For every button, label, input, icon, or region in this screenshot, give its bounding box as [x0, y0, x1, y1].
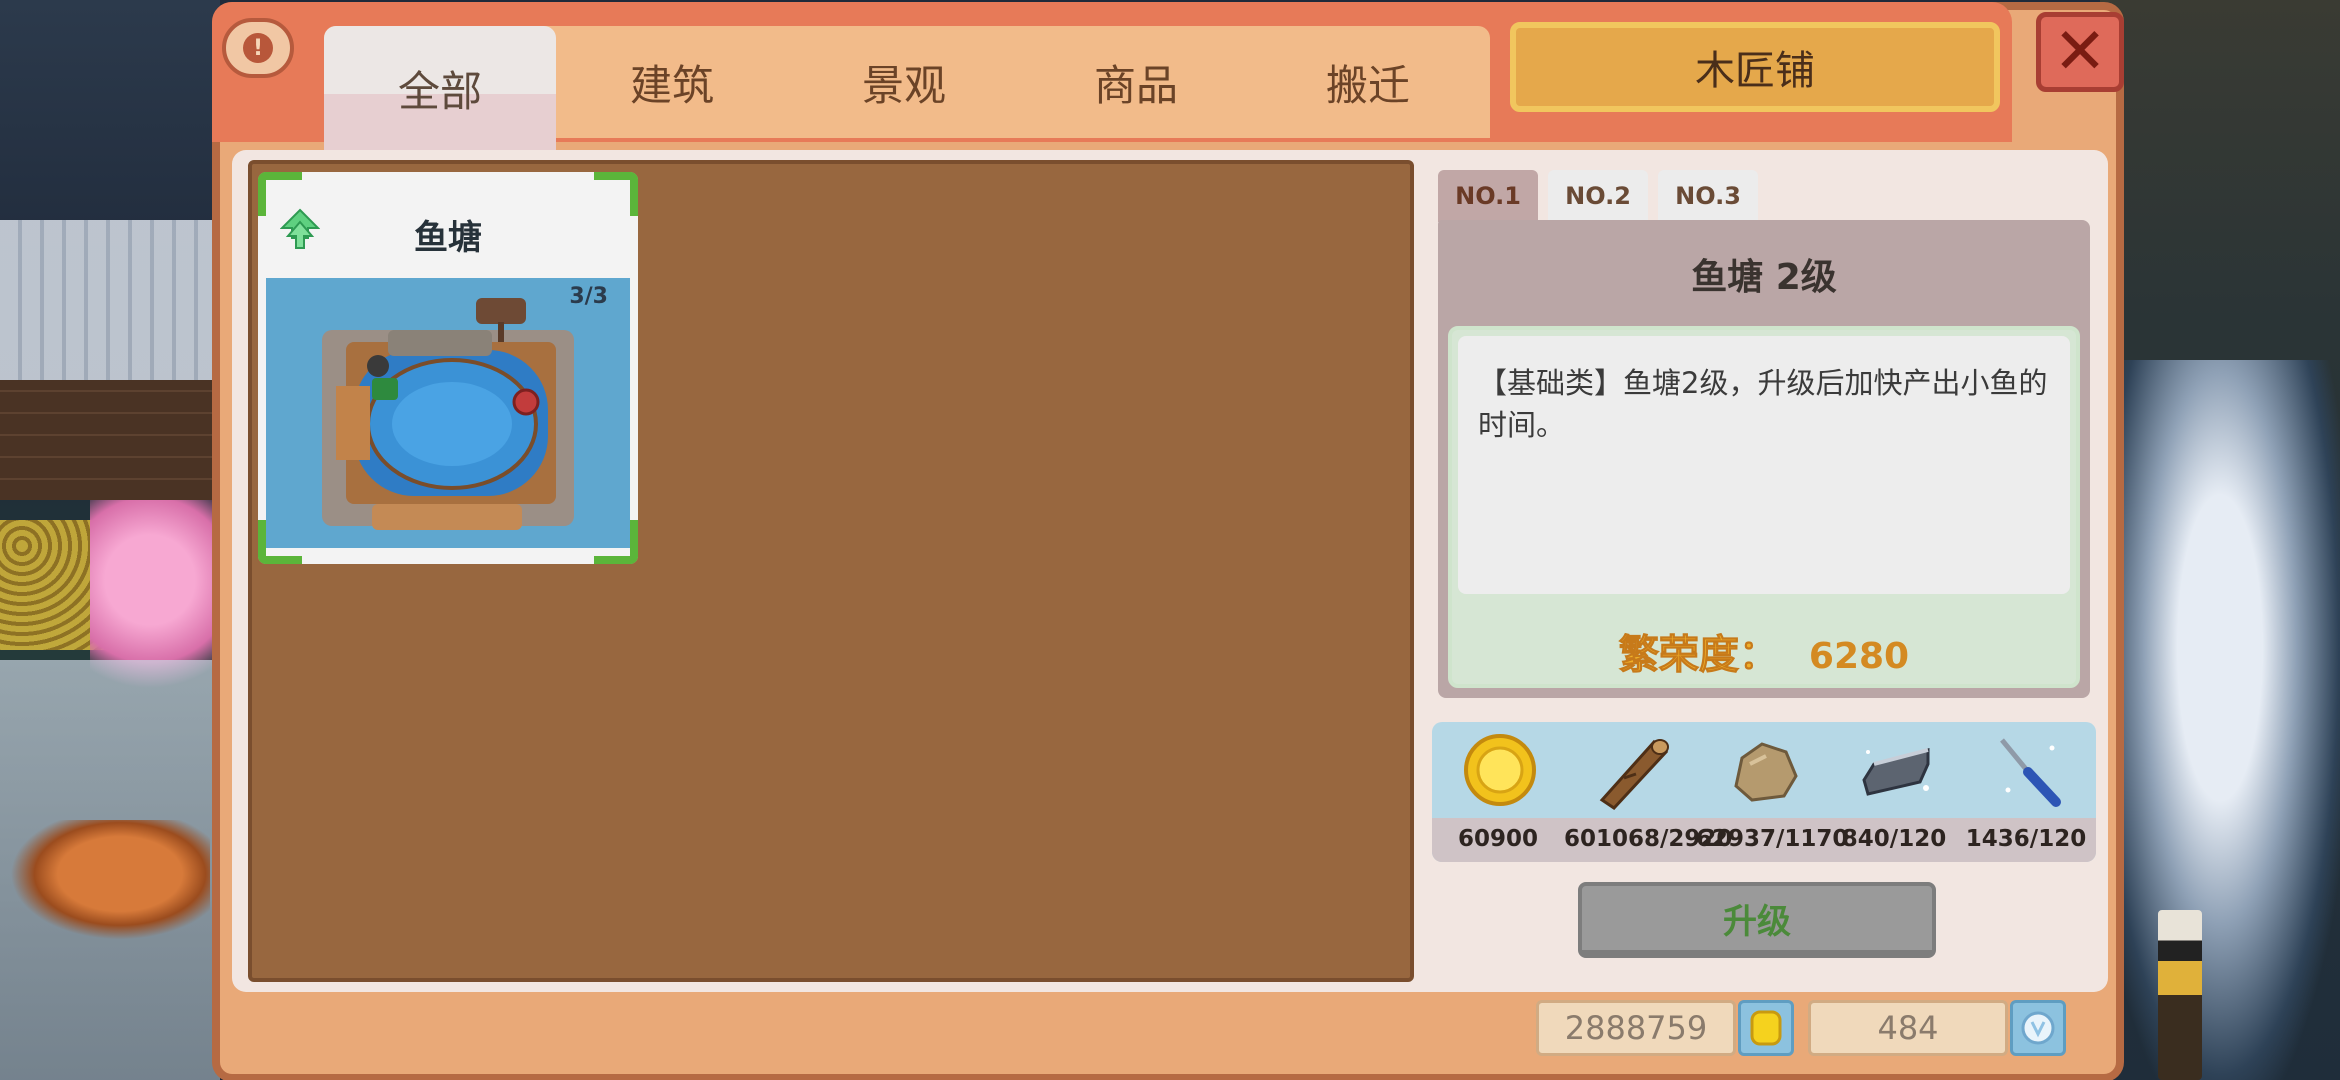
resource-gold: 60900: [1432, 722, 1564, 862]
resource-iron: 840/120: [1828, 722, 1960, 862]
tab-label: 景观: [861, 60, 946, 110]
resource-amount: 1436/120: [1965, 826, 2087, 852]
gem-balance: 484: [1808, 1000, 2008, 1056]
tab-label: 全部: [397, 66, 482, 116]
close-icon: ✕: [2053, 15, 2107, 89]
resource-amount: 60900: [1457, 826, 1539, 852]
resource-amount: 840/120: [1841, 826, 1947, 852]
gold-coin-icon: [1464, 734, 1536, 806]
slot-tab-1[interactable]: NO.1: [1438, 170, 1538, 222]
item-count: 3/3: [569, 284, 608, 309]
resource-amount: 62937/1170: [1696, 826, 1849, 852]
stone-icon: [1734, 742, 1798, 802]
detail-title: 鱼塘 2级: [1691, 257, 1837, 298]
description-box: 【基础类】鱼塘2级，升级后加快产出小鱼的时间。 繁荣度： 6280: [1448, 326, 2080, 688]
dinosaur-character: [10, 820, 210, 940]
fishpond-image: [266, 278, 630, 548]
building-wall: [0, 380, 220, 500]
detail-panel: 鱼塘 2级 【基础类】鱼塘2级，升级后加快产出小鱼的时间。 繁荣度： 6280: [1438, 220, 2090, 698]
coin-balance: 2888759: [1536, 1000, 1736, 1056]
slot-tab-3[interactable]: NO.3: [1658, 170, 1758, 222]
wood-log-icon: [1599, 739, 1669, 810]
background-right-scene: [2100, 0, 2340, 1080]
category-tabs: 全部 建筑 景观 商品 搬迁: [324, 26, 1490, 164]
prosperity-row: 繁荣度： 6280: [1452, 622, 2076, 680]
resource-stone: 62937/1170: [1696, 722, 1849, 862]
shop-title: 木匠铺: [1510, 22, 2000, 112]
tab-landscape[interactable]: 景观: [788, 26, 1020, 138]
prosperity-label: 繁荣度：: [1618, 632, 1779, 679]
upgrade-button[interactable]: 升级: [1578, 882, 1936, 958]
close-button[interactable]: ✕: [2036, 12, 2124, 92]
coin-balance-icon[interactable]: [1738, 1000, 1794, 1056]
tab-all[interactable]: 全部: [324, 26, 556, 164]
gem-balance-icon[interactable]: [2010, 1000, 2066, 1056]
tab-buildings[interactable]: 建筑: [556, 26, 788, 138]
snowy-roof: [0, 220, 220, 380]
info-icon: !: [243, 33, 273, 63]
info-button[interactable]: !: [222, 18, 294, 78]
tab-label: 建筑: [629, 60, 714, 110]
description-text: 【基础类】鱼塘2级，升级后加快产出小鱼的时间。: [1458, 336, 2070, 594]
resource-wood: 601068/2920: [1564, 722, 1733, 862]
screwdriver-icon: [2000, 738, 2061, 807]
resource-requirements: 60900 601068/2920 62937/1170 840/120 143…: [1432, 722, 2096, 862]
tab-goods[interactable]: 商品: [1020, 26, 1252, 138]
diamond-icon: [2021, 1011, 2055, 1045]
prosperity-value: 6280: [1808, 636, 1910, 677]
tab-label: 搬迁: [1325, 60, 1410, 110]
tab-label: 商品: [1093, 60, 1178, 110]
item-card-fishpond[interactable]: 鱼塘 3/3: [258, 172, 638, 564]
resource-amount: 601068/2920: [1564, 826, 1733, 852]
resource-tool: 1436/120: [1960, 722, 2092, 862]
item-name: 鱼塘: [414, 218, 482, 258]
street-lantern: [2158, 910, 2202, 1080]
gold-coin-icon: [1750, 1010, 1782, 1046]
iron-ingot-icon: [1862, 748, 1930, 796]
tab-relocate[interactable]: 搬迁: [1252, 26, 1484, 138]
snowy-tree: [2100, 360, 2340, 1080]
fishpond-icon: [266, 278, 630, 548]
slot-tab-2[interactable]: NO.2: [1548, 170, 1648, 222]
